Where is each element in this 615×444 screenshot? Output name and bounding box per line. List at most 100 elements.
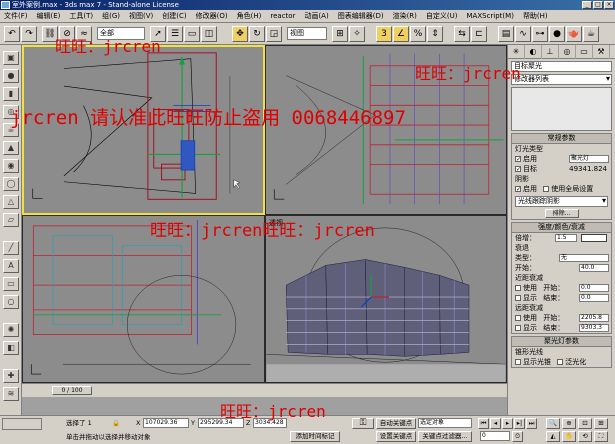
torus-icon[interactable]: ◎ bbox=[3, 105, 19, 119]
rectangle-shape-icon[interactable]: ▭ bbox=[3, 277, 19, 291]
multiplier-input[interactable]: 1.5 bbox=[555, 234, 577, 242]
spotlight-header[interactable]: 聚光灯参数 bbox=[512, 337, 611, 347]
manipulate-icon[interactable]: ✧ bbox=[349, 26, 365, 42]
render-scene-icon[interactable]: 🫖 bbox=[566, 26, 582, 42]
menu-group[interactable]: 组(G) bbox=[102, 11, 120, 21]
go-to-start-icon[interactable]: ⏮ bbox=[478, 418, 489, 429]
decay-type-dropdown[interactable]: 无 bbox=[559, 254, 609, 262]
hierarchy-tab-icon[interactable]: ⊥ bbox=[542, 45, 559, 59]
layer-manager-icon[interactable]: ▤ bbox=[498, 26, 514, 42]
object-name-field[interactable]: 目标聚光 bbox=[511, 61, 612, 72]
align-icon[interactable]: ⊏ bbox=[471, 26, 487, 42]
zoom-all-icon[interactable]: ⊕ bbox=[562, 418, 576, 429]
far-show-checkbox[interactable] bbox=[515, 325, 521, 331]
select-by-name-icon[interactable]: ☰ bbox=[167, 26, 183, 42]
zoom-extents-icon[interactable]: ⊡ bbox=[578, 418, 592, 429]
far-end-input[interactable]: 9303.3 bbox=[579, 324, 609, 332]
selection-filter-dropdown[interactable]: 全部 bbox=[97, 27, 145, 40]
near-show-checkbox[interactable] bbox=[515, 295, 521, 301]
geosphere-icon[interactable]: ◉ bbox=[3, 159, 19, 173]
move-icon[interactable]: ✥ bbox=[232, 26, 248, 42]
zoom-extents-all-icon[interactable]: ⊞ bbox=[594, 418, 608, 429]
undo-icon[interactable]: ↶ bbox=[4, 26, 20, 42]
pyramid-icon[interactable]: △ bbox=[3, 195, 19, 209]
pan-icon[interactable]: ✋ bbox=[562, 431, 576, 442]
far-use-checkbox[interactable] bbox=[515, 315, 521, 321]
create-tab-icon[interactable]: ✳ bbox=[508, 45, 525, 59]
x-coordinate-field[interactable]: 107029.36 bbox=[143, 418, 189, 428]
prev-frame-icon[interactable]: ◂ bbox=[490, 418, 501, 429]
unlink-icon[interactable]: ⊘ bbox=[59, 26, 75, 42]
link-icon[interactable]: ⛓ bbox=[42, 26, 58, 42]
text-shape-icon[interactable]: A bbox=[3, 259, 19, 273]
maxscript-listener[interactable] bbox=[2, 418, 42, 430]
menu-views[interactable]: 视图(V) bbox=[129, 11, 153, 21]
bind-spacewarp-icon[interactable]: ≈ bbox=[76, 26, 92, 42]
plane-icon[interactable]: ▱ bbox=[3, 213, 19, 227]
field-of-view-icon[interactable]: ◭ bbox=[546, 431, 560, 442]
near-start-input[interactable]: 0.0 bbox=[579, 284, 609, 292]
modifier-stack[interactable] bbox=[511, 87, 612, 131]
next-frame-icon[interactable]: ▸| bbox=[514, 418, 525, 429]
z-coordinate-field[interactable]: 3034.428 bbox=[253, 418, 287, 428]
time-slider[interactable]: 0 / 100 bbox=[52, 386, 92, 395]
menu-animation[interactable]: 动画(A) bbox=[304, 11, 328, 21]
camera-icon[interactable]: ◧ bbox=[3, 341, 19, 355]
y-coordinate-field[interactable]: 295299.34 bbox=[198, 418, 244, 428]
viewport-front[interactable] bbox=[265, 45, 507, 215]
cylinder-icon[interactable]: ▮ bbox=[3, 87, 19, 101]
menu-graph-editors[interactable]: 图表编辑器(D) bbox=[338, 11, 384, 21]
sphere-icon[interactable]: ● bbox=[3, 69, 19, 83]
menu-tools[interactable]: 工具(T) bbox=[69, 11, 93, 21]
spinner-snap-icon[interactable]: ⇕ bbox=[427, 26, 443, 42]
box-icon[interactable]: ▣ bbox=[3, 51, 19, 65]
viewport-top[interactable] bbox=[22, 45, 265, 215]
quick-render-icon[interactable]: ☕ bbox=[583, 26, 599, 42]
menu-character[interactable]: 角色(H) bbox=[237, 11, 262, 21]
material-editor-icon[interactable]: ● bbox=[549, 26, 565, 42]
general-params-header[interactable]: 常规参数 bbox=[512, 134, 611, 144]
ref-coord-dropdown[interactable]: 视图 bbox=[287, 27, 327, 40]
near-use-checkbox[interactable] bbox=[515, 285, 521, 291]
snap-icon[interactable]: 3 bbox=[376, 26, 392, 42]
menu-reactor[interactable]: reactor bbox=[270, 12, 295, 20]
maximize-viewport-icon[interactable]: ⛶ bbox=[594, 431, 608, 442]
key-icon[interactable]: ⚿ bbox=[352, 418, 374, 429]
shadow-enable-checkbox[interactable] bbox=[515, 186, 521, 192]
menu-maxscript[interactable]: MAXScript(M) bbox=[467, 12, 514, 20]
time-config-icon[interactable]: ⏲ bbox=[512, 431, 523, 442]
play-icon[interactable]: ▸ bbox=[502, 418, 513, 429]
line-icon[interactable]: ╱ bbox=[3, 241, 19, 255]
spacewarp-icon[interactable]: ≋ bbox=[3, 387, 19, 401]
menu-create[interactable]: 创建(C) bbox=[162, 11, 186, 21]
redo-icon[interactable]: ↷ bbox=[21, 26, 37, 42]
menu-rendering[interactable]: 渲染(R) bbox=[393, 11, 417, 21]
auto-key-button[interactable]: 自动关键点 bbox=[376, 418, 416, 429]
exclude-button[interactable]: 排除... bbox=[544, 209, 579, 218]
motion-tab-icon[interactable]: ◎ bbox=[559, 45, 576, 59]
use-global-checkbox[interactable] bbox=[543, 186, 550, 192]
viewport-left[interactable] bbox=[22, 215, 265, 383]
modifier-list-dropdown[interactable]: 修改器列表 bbox=[511, 74, 612, 85]
lock-icon[interactable]: 🔒 bbox=[112, 418, 120, 428]
near-end-input[interactable]: 0.0 bbox=[579, 294, 609, 302]
modify-tab-icon[interactable]: ◐ bbox=[525, 45, 542, 59]
light-enable-checkbox[interactable] bbox=[515, 156, 521, 162]
utilities-tab-icon[interactable]: ⚒ bbox=[593, 45, 610, 59]
set-key-button[interactable]: 设置关键点 bbox=[376, 431, 416, 442]
add-time-tag-button[interactable]: 添加时间标记 bbox=[290, 431, 340, 442]
menu-customize[interactable]: 自定义(U) bbox=[426, 11, 458, 21]
curve-editor-icon[interactable]: ∿ bbox=[515, 26, 531, 42]
menu-modifiers[interactable]: 修改器(O) bbox=[196, 11, 228, 21]
scale-icon[interactable]: ◲ bbox=[266, 26, 282, 42]
light-icon[interactable]: ✺ bbox=[3, 323, 19, 337]
teapot-icon[interactable]: ☕ bbox=[3, 123, 19, 137]
pivot-icon[interactable]: ⊞ bbox=[332, 26, 348, 42]
orbit-icon[interactable]: ⟲ bbox=[578, 431, 592, 442]
window-crossing-icon[interactable]: ◫ bbox=[201, 26, 217, 42]
display-tab-icon[interactable]: ▭ bbox=[576, 45, 593, 59]
timeline[interactable]: 0 / 100 bbox=[22, 383, 507, 397]
far-start-input[interactable]: 2205.8 bbox=[579, 314, 609, 322]
circle-shape-icon[interactable]: ○ bbox=[3, 295, 19, 309]
angle-snap-icon[interactable]: ∠ bbox=[393, 26, 409, 42]
